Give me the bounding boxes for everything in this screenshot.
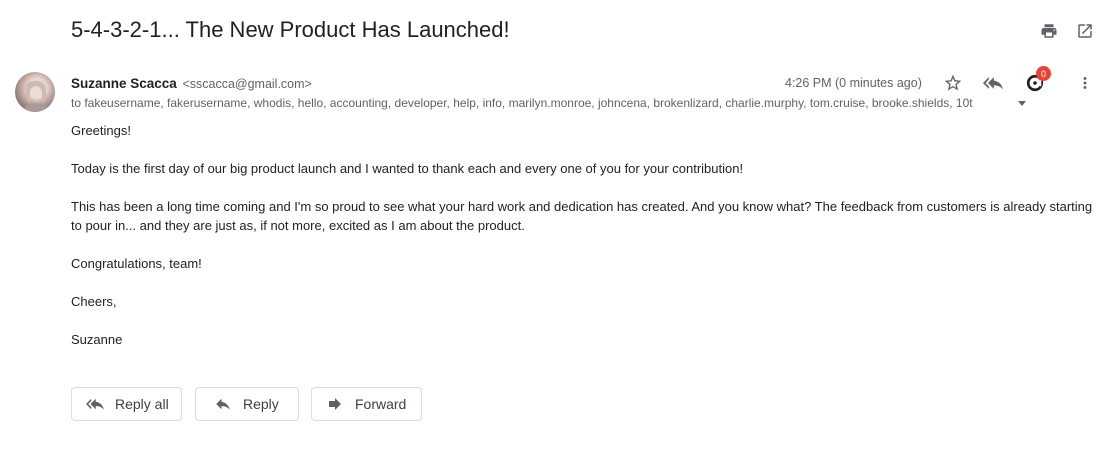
star-icon[interactable] (942, 72, 964, 94)
body-paragraph: Suzanne (71, 332, 123, 347)
reply-button[interactable]: Reply (195, 387, 299, 421)
timestamp: 4:26 PM (0 minutes ago) (785, 76, 922, 90)
sender-email: <sscacca@gmail.com> (182, 77, 312, 91)
reply-all-icon (84, 395, 106, 413)
print-icon[interactable] (1038, 20, 1060, 42)
forward-button[interactable]: Forward (311, 387, 422, 421)
email-subject: 5-4-3-2-1... The New Product Has Launche… (71, 17, 510, 42)
body-paragraph: Cheers, (71, 294, 117, 309)
reply-all-icon[interactable] (981, 72, 1005, 94)
reply-icon (212, 395, 234, 413)
sender-name[interactable]: Suzanne Scacca (71, 76, 177, 91)
sender-line: Suzanne Scacca <sscacca@gmail.com> (71, 76, 312, 91)
body-paragraph: This has been a long time coming and I'm… (71, 199, 1093, 233)
recipients-list: to fakeusername, fakerusername, whodis, … (71, 96, 973, 110)
body-paragraph: Congratulations, team! (71, 256, 202, 271)
body-paragraph: Today is the first day of our big produc… (71, 161, 744, 176)
email-body: Greetings! Today is the first day of our… (71, 121, 1101, 368)
forward-label: Forward (355, 396, 407, 412)
reply-all-button[interactable]: Reply all (71, 387, 182, 421)
open-in-new-window-icon[interactable] (1074, 20, 1096, 42)
forward-icon (324, 395, 346, 413)
avatar[interactable] (15, 72, 55, 112)
reply-label: Reply (243, 396, 279, 412)
notification-badge: 0 (1036, 66, 1051, 81)
body-paragraph: Greetings! (71, 123, 131, 138)
reply-all-label: Reply all (115, 396, 169, 412)
chevron-down-icon[interactable] (1018, 101, 1026, 106)
more-vert-icon[interactable] (1074, 72, 1096, 94)
